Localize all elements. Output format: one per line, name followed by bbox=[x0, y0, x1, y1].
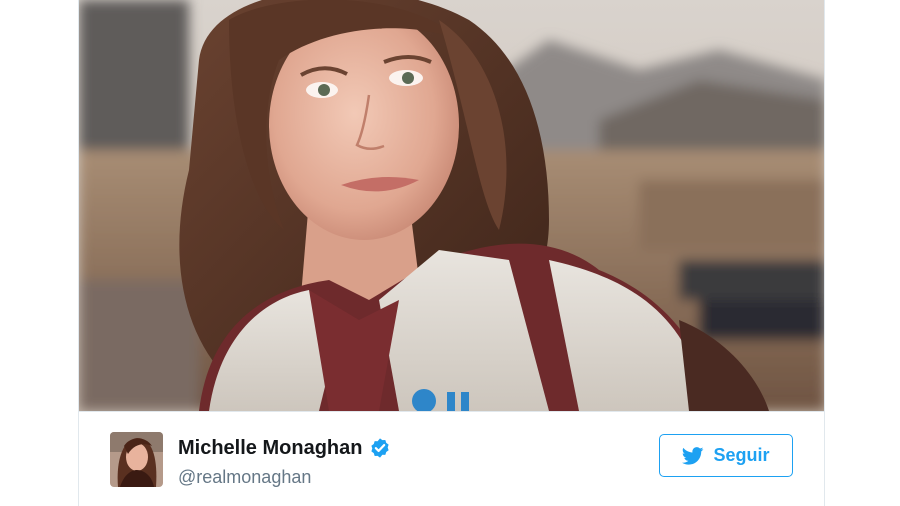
embedded-tweet-card: Michelle Monaghan @realmonaghan Seguir bbox=[78, 0, 825, 506]
author-handle[interactable]: @realmonaghan bbox=[178, 467, 391, 488]
verified-badge-icon bbox=[369, 437, 391, 459]
author-display-name[interactable]: Michelle Monaghan bbox=[178, 437, 362, 460]
selfie-photo bbox=[79, 0, 824, 411]
follow-button-label: Seguir bbox=[713, 445, 770, 465]
twitter-bird-icon bbox=[682, 446, 704, 465]
author-names: Michelle Monaghan @realmonaghan bbox=[178, 436, 391, 488]
profile-avatar bbox=[110, 432, 163, 487]
tweet-photo[interactable] bbox=[79, 0, 824, 411]
author-name-row: Michelle Monaghan bbox=[178, 436, 391, 460]
author-avatar[interactable] bbox=[110, 432, 163, 487]
tweet-author-bar: Michelle Monaghan @realmonaghan Seguir bbox=[79, 411, 824, 506]
follow-button[interactable]: Seguir bbox=[659, 434, 793, 477]
